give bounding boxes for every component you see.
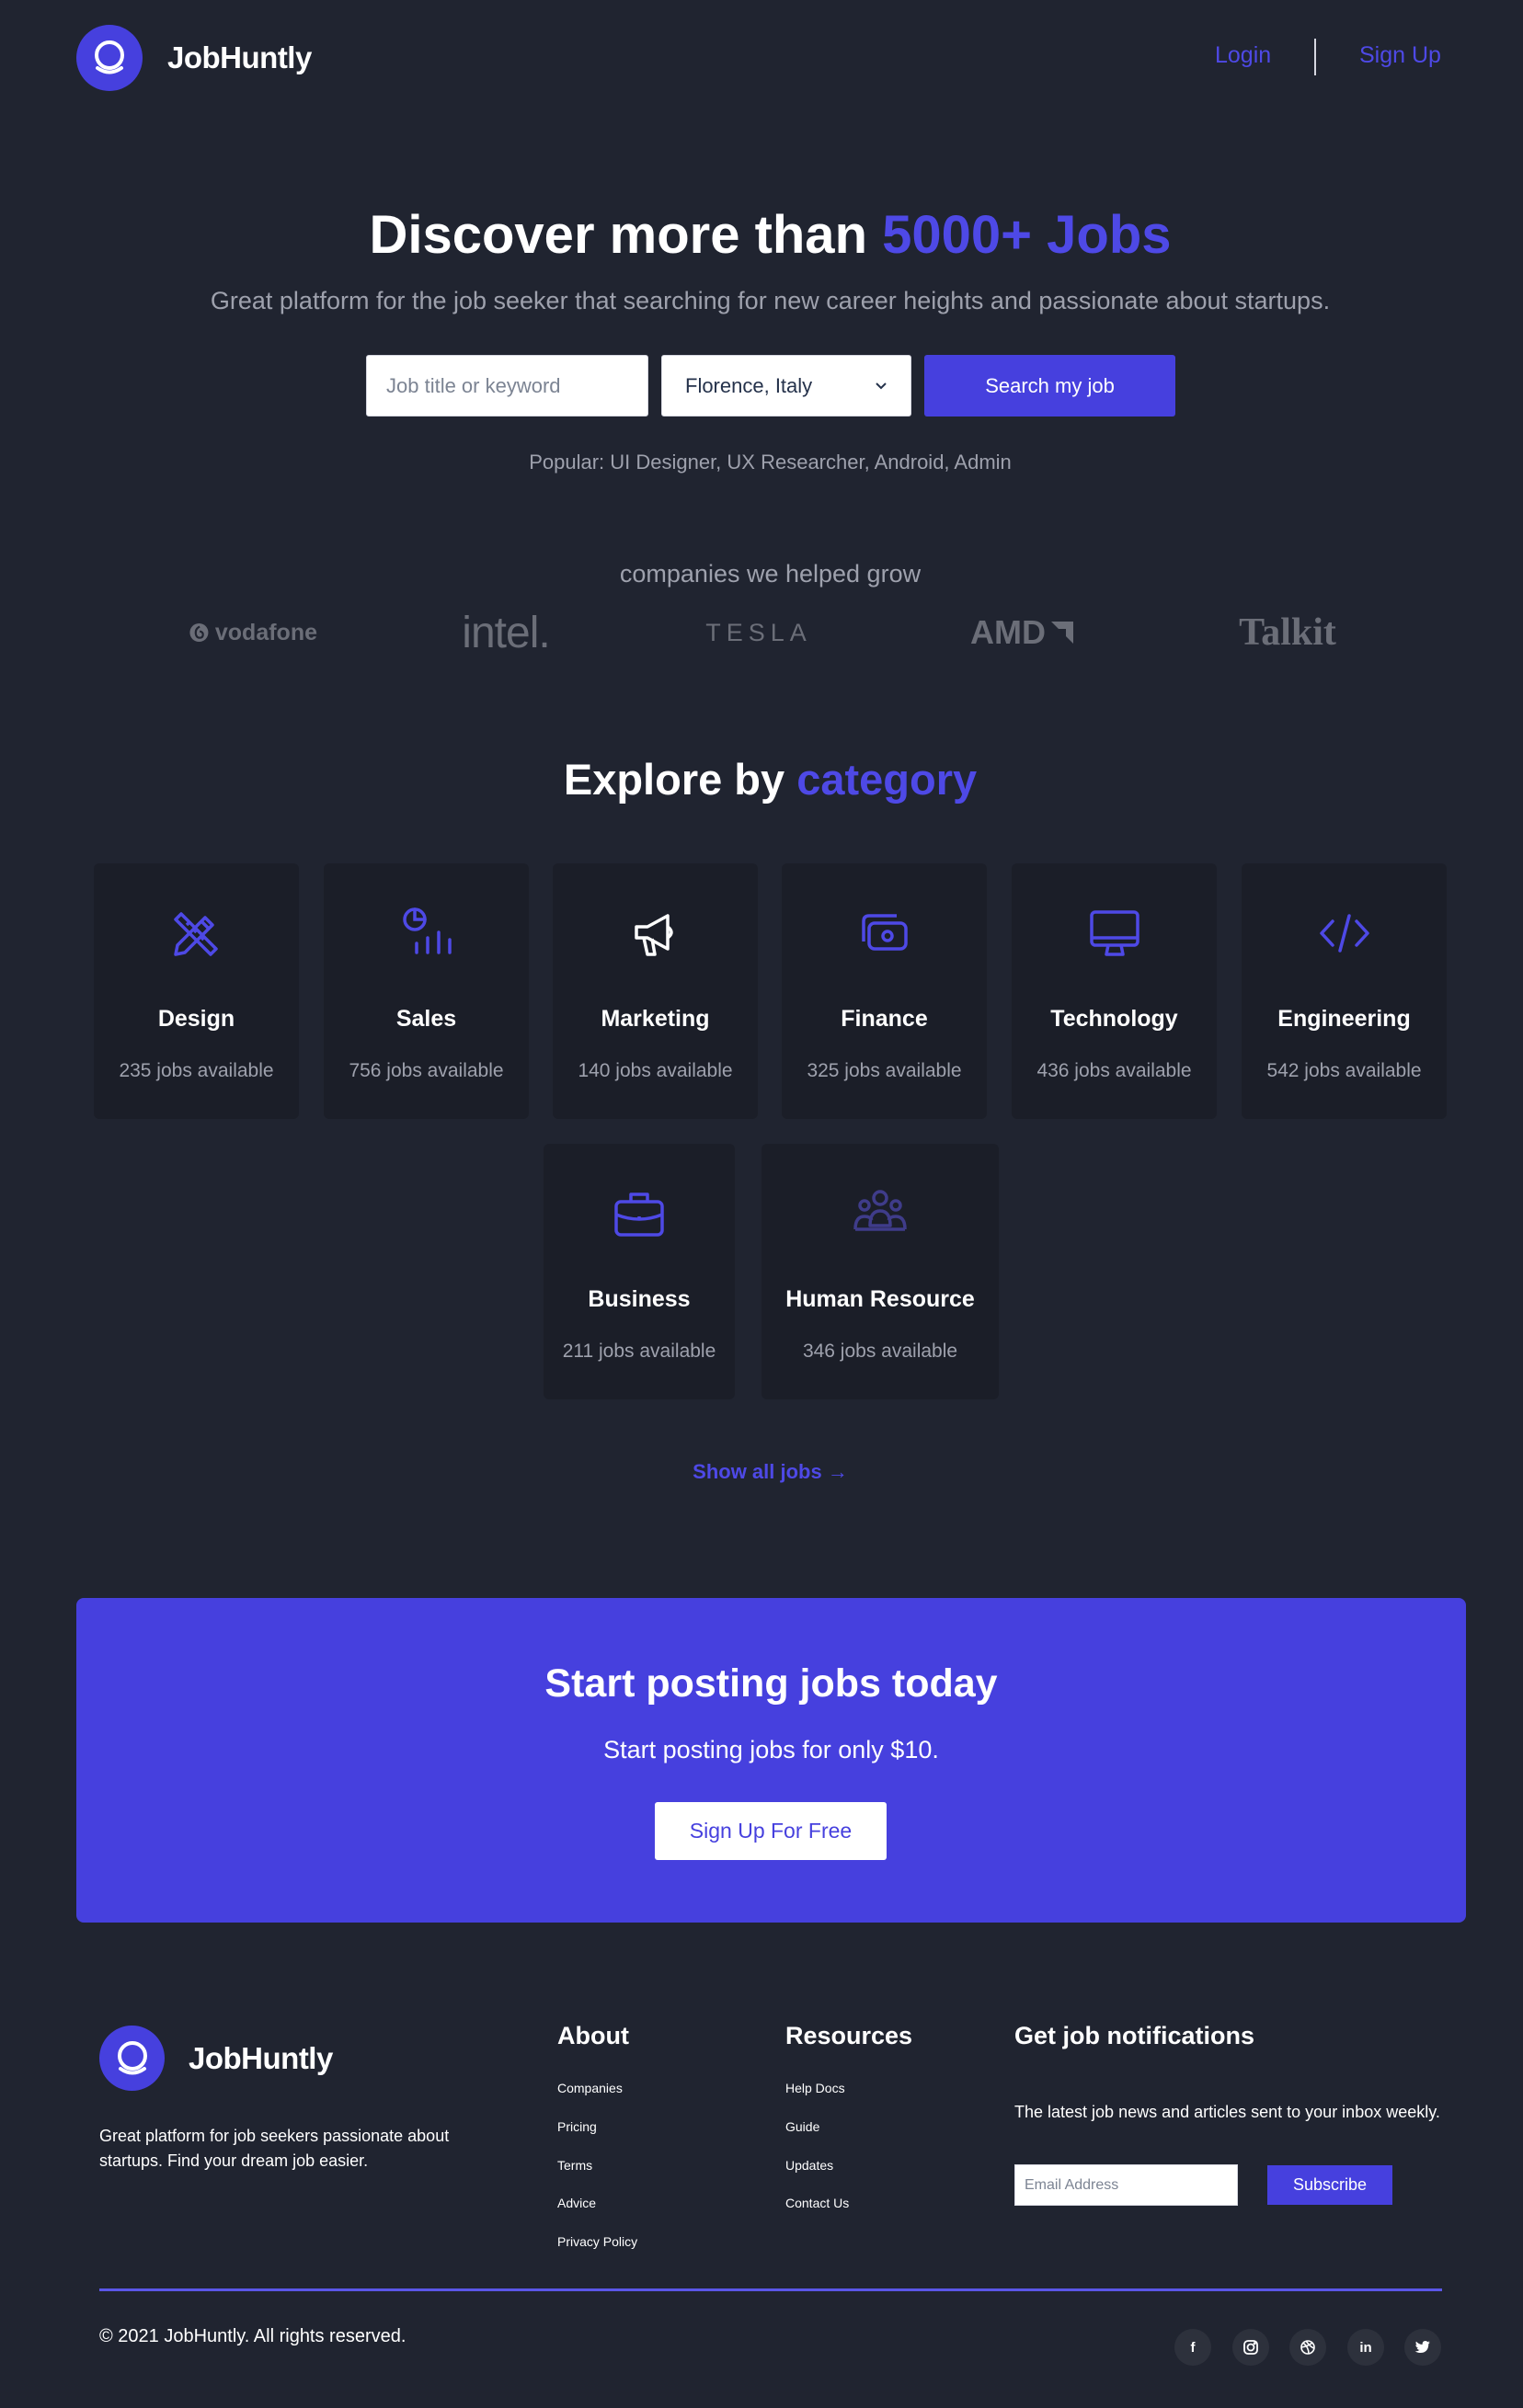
category-name: Marketing — [601, 1006, 710, 1032]
category-card-sales[interactable]: Sales 756 jobs available — [324, 863, 529, 1119]
category-count: 211 jobs available — [562, 1341, 716, 1362]
cta-banner: Start posting jobs today Start posting j… — [76, 1598, 1466, 1923]
show-all-jobs-link[interactable]: Show all jobs → — [0, 1460, 1523, 1484]
amd-logo: AMD — [959, 607, 1088, 658]
category-name: Finance — [841, 1006, 928, 1032]
footer-about-title: About — [557, 2022, 629, 2049]
companies-title: companies we helped grow — [619, 560, 922, 588]
category-count: 140 jobs available — [578, 1060, 733, 1081]
pencil-ruler-icon — [94, 905, 299, 962]
chevron-down-icon — [876, 382, 887, 389]
chart-icon — [324, 905, 529, 962]
category-card-human-resource[interactable]: Human Resource 346 jobs available — [762, 1144, 999, 1399]
signup-free-button[interactable]: Sign Up For Free — [655, 1802, 887, 1860]
category-count: 542 jobs available — [1266, 1060, 1422, 1081]
hero-subtitle: Great platform for the job seeker that s… — [210, 287, 1331, 314]
category-card-engineering[interactable]: Engineering 542 jobs available — [1242, 863, 1447, 1119]
wallet-icon — [782, 905, 987, 962]
category-count: 325 jobs available — [807, 1060, 962, 1081]
popular-searches: Popular: UI Designer, UX Researcher, And… — [529, 451, 1012, 474]
subscribe-button[interactable]: Subscribe — [1267, 2165, 1392, 2205]
twitter-icon[interactable] — [1404, 2329, 1441, 2366]
amd-arrow-icon — [1050, 622, 1073, 644]
category-count: 756 jobs available — [349, 1060, 504, 1081]
category-name: Technology — [1050, 1006, 1178, 1032]
intel-logo: intel. — [462, 608, 550, 657]
tesla-logo: TESLA — [705, 618, 812, 646]
category-name: Engineering — [1277, 1006, 1411, 1032]
linkedin-icon[interactable]: in — [1347, 2329, 1384, 2366]
logo-icon — [76, 25, 143, 91]
footer-description: Great platform for job seekers passionat… — [99, 2127, 450, 2170]
hero-title: Discover more than 5000+ Jobs — [0, 204, 1523, 266]
hero-title-prefix: Discover more than — [369, 205, 883, 265]
footer-brand-name: JobHuntly — [189, 2040, 333, 2075]
category-card-marketing[interactable]: Marketing 140 jobs available — [553, 863, 758, 1119]
talkit-logo: Talkit — [1239, 611, 1336, 654]
category-name: Sales — [395, 1006, 457, 1032]
category-card-design[interactable]: Design 235 jobs available — [94, 863, 299, 1119]
footer-logo[interactable]: JobHuntly — [99, 2026, 333, 2091]
login-link[interactable]: Login — [1215, 42, 1271, 69]
footer-resources-title: Resources — [785, 2022, 913, 2049]
explore-title: Explore by category — [0, 754, 1523, 805]
vodafone-text: vodafone — [214, 619, 317, 645]
category-card-technology[interactable]: Technology 436 jobs available — [1012, 863, 1217, 1119]
category-count: 346 jobs available — [802, 1341, 958, 1362]
hero-title-accent: 5000+ Jobs — [882, 205, 1172, 265]
search-button[interactable]: Search my job — [924, 355, 1175, 417]
category-count: 235 jobs available — [119, 1060, 274, 1081]
footer-link-contact-us[interactable]: Contact Us — [785, 2196, 849, 2210]
vodafone-mark-icon — [189, 622, 209, 643]
category-card-finance[interactable]: Finance 325 jobs available — [782, 863, 987, 1119]
category-count: 436 jobs available — [1036, 1060, 1192, 1081]
footer-divider — [99, 2288, 1442, 2291]
footer-link-guide[interactable]: Guide — [785, 2119, 819, 2134]
nav-divider — [1314, 39, 1316, 75]
footer-link-privacy-policy[interactable]: Privacy Policy — [557, 2234, 637, 2249]
megaphone-icon — [553, 905, 758, 962]
category-name: Business — [588, 1286, 691, 1312]
footer-notifications-title: Get job notifications — [1014, 2022, 1254, 2049]
footer-link-companies[interactable]: Companies — [557, 2081, 623, 2095]
job-search-input[interactable] — [366, 355, 648, 417]
cta-title: Start posting jobs today — [544, 1661, 998, 1706]
code-icon — [1242, 905, 1447, 962]
location-value: Florence, Italy — [685, 373, 813, 397]
facebook-icon[interactable]: f — [1174, 2329, 1211, 2366]
footer-link-pricing[interactable]: Pricing — [557, 2119, 597, 2134]
footer-link-terms[interactable]: Terms — [557, 2158, 592, 2173]
footer-notifications-text: The latest job news and articles sent to… — [1014, 2103, 1440, 2121]
footer-link-updates[interactable]: Updates — [785, 2158, 833, 2173]
briefcase-icon — [544, 1185, 735, 1242]
amd-text: AMD — [970, 613, 1046, 651]
people-icon — [762, 1185, 999, 1242]
location-select[interactable]: Florence, Italy — [661, 355, 911, 417]
instagram-icon[interactable] — [1232, 2329, 1269, 2366]
footer-link-help-docs[interactable]: Help Docs — [785, 2081, 845, 2095]
explore-title-accent: category — [796, 755, 978, 804]
dribbble-icon[interactable] — [1289, 2329, 1326, 2366]
category-card-business[interactable]: Business 211 jobs available — [544, 1144, 735, 1399]
brand-name: JobHuntly — [167, 40, 312, 74]
vodafone-logo: vodafone — [189, 607, 317, 658]
copyright: © 2021 JobHuntly. All rights reserved. — [99, 2326, 407, 2346]
category-name: Design — [157, 1006, 235, 1032]
footer-link-advice[interactable]: Advice — [557, 2196, 596, 2210]
email-field[interactable] — [1014, 2164, 1238, 2206]
site-header: JobHuntly Login Sign Up — [0, 0, 1523, 115]
monitor-icon — [1012, 905, 1217, 962]
category-name: Human Resource — [785, 1286, 975, 1312]
brand-logo[interactable]: JobHuntly — [76, 25, 312, 91]
cta-subtitle: Start posting jobs for only $10. — [603, 1736, 939, 1763]
logo-icon — [99, 2026, 165, 2091]
explore-title-prefix: Explore by — [563, 755, 797, 804]
signup-link[interactable]: Sign Up — [1359, 42, 1441, 69]
